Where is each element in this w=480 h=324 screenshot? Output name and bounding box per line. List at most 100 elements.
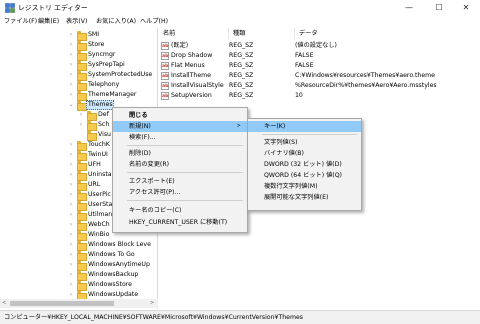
horizontal-scrollbar[interactable]: < > [0, 299, 158, 308]
menu-item-new[interactable]: 新規(N) > [113, 121, 247, 132]
value-row[interactable]: ab Drop Shadow REG_SZ FALSE [159, 51, 480, 61]
expand-icon[interactable]: › [77, 120, 85, 130]
expand-icon[interactable]: › [67, 280, 75, 290]
expand-icon[interactable]: › [67, 270, 75, 280]
value-row[interactable]: ab SetupVersion REG_SZ 10 [159, 91, 480, 101]
expand-icon[interactable]: › [67, 140, 75, 150]
scroll-right-icon[interactable]: > [150, 299, 154, 308]
tree-item-label: UserPic [88, 191, 111, 198]
string-value-icon: ab [161, 72, 169, 80]
expand-icon[interactable]: › [67, 250, 75, 260]
column-header-name[interactable]: 名前 [159, 28, 229, 39]
submenu-item-expandable-string-value[interactable]: 展開可能な文字列値(E) [248, 192, 361, 203]
menu-item-find[interactable]: 検索(F)... [113, 132, 247, 143]
column-header-data[interactable]: データ [295, 28, 480, 39]
expand-icon[interactable]: › [67, 200, 75, 210]
folder-icon [87, 131, 97, 141]
tree-item[interactable]: › WindowsStore [0, 280, 157, 291]
submenu-item-dword-value[interactable]: DWORD (32 ビット) 値(D) [248, 159, 361, 170]
tree-item[interactable]: › SystemProtectedUse [0, 70, 157, 81]
tree-item[interactable]: › WindowsAnytimeUp [0, 260, 157, 271]
menu-item-delete[interactable]: 削除(D) [113, 148, 247, 159]
submenu-item-string-value[interactable]: 文字列値(S) [248, 137, 361, 148]
expand-icon[interactable]: › [67, 70, 75, 80]
value-row[interactable]: ab Flat Menus REG_SZ FALSE [159, 61, 480, 71]
expand-icon[interactable]: › [67, 40, 75, 50]
tree-item-label: WindowsStore [88, 281, 132, 288]
tree-item-label: Visu [98, 131, 111, 138]
tree-item-label: UserSta [88, 201, 113, 208]
folder-icon [77, 41, 87, 51]
expand-icon[interactable]: › [67, 60, 75, 70]
minimize-button[interactable]: — [395, 0, 423, 16]
value-name: InstallTheme [171, 72, 211, 79]
expand-icon[interactable]: › [67, 80, 75, 90]
menu-favorites[interactable]: お気に入り(A) [96, 17, 136, 27]
menu-item-copy-key-name[interactable]: キー名のコピー(C) [113, 205, 247, 216]
tree-item-label: WindowsAnytimeUp [88, 261, 150, 268]
value-row[interactable]: ab InstallTheme REG_SZ C:¥Windows¥resour… [159, 71, 480, 81]
column-header-type[interactable]: 種類 [229, 28, 295, 39]
menu-edit[interactable]: 編集(E) [38, 17, 59, 27]
submenu-item-key[interactable]: キー(K) [248, 121, 361, 132]
scrollbar-thumb[interactable] [10, 301, 114, 306]
menu-item-collapse[interactable]: 閉じる [113, 110, 247, 121]
tree-item[interactable]: › Windows Block Leve [0, 240, 157, 251]
expand-icon[interactable]: › [67, 220, 75, 230]
tree-item-label: WebCh [88, 221, 110, 228]
expand-icon[interactable]: › [77, 110, 85, 120]
folder-icon [77, 71, 87, 81]
tree-item-label: URL [88, 181, 101, 188]
value-data: 10 [295, 92, 303, 99]
tree-item-label: ThemeManager [88, 91, 137, 98]
expand-icon[interactable]: › [67, 30, 75, 40]
collapse-icon[interactable]: ⌄ [67, 100, 75, 110]
tree-item-label: Syncmgr [88, 51, 116, 58]
value-data: %ResourceDir%¥themes¥Aero¥Aero.msstyles [295, 82, 437, 89]
tree-item[interactable]: › Syncmgr [0, 50, 157, 61]
expand-icon[interactable]: › [67, 190, 75, 200]
tree-item[interactable]: › Store [0, 40, 157, 51]
menu-item-rename[interactable]: 名前の変更(R) [113, 159, 247, 170]
folder-icon [77, 231, 87, 241]
tree-item[interactable]: › ThemeManager [0, 90, 157, 101]
tree-item-label: TwinUI [88, 151, 108, 158]
menu-view[interactable]: 表示(V) [66, 17, 87, 27]
registry-editor-icon [5, 3, 15, 13]
expand-icon[interactable]: › [67, 150, 75, 160]
maximize-button[interactable]: ☐ [425, 0, 453, 16]
value-row[interactable]: ab (既定) REG_SZ (値の設定なし) [159, 41, 480, 51]
tree-item[interactable]: › WindowsBackup [0, 270, 157, 281]
submenu-item-binary-value[interactable]: バイナリ値(B) [248, 148, 361, 159]
folder-icon [77, 51, 87, 61]
expand-icon[interactable]: › [67, 90, 75, 100]
tree-item[interactable]: › SMI [0, 30, 157, 41]
expand-icon[interactable]: › [67, 50, 75, 60]
tree-item[interactable]: › SysPrepTapi [0, 60, 157, 71]
expand-icon[interactable]: › [67, 240, 75, 250]
tree-item-label: SMI [88, 31, 100, 38]
scroll-left-icon[interactable]: < [2, 299, 6, 308]
expand-icon[interactable]: › [67, 260, 75, 270]
expand-icon[interactable]: › [67, 170, 75, 180]
menu-file[interactable]: ファイル(F) [4, 17, 37, 27]
tree-item-label: UFH [88, 161, 101, 168]
menu-item-export[interactable]: エクスポート(E) [113, 176, 247, 187]
expand-icon[interactable]: › [67, 180, 75, 190]
submenu-item-qword-value[interactable]: QWORD (64 ビット) 値(Q) [248, 170, 361, 181]
menu-item-permissions[interactable]: アクセス許可(P)... [113, 187, 247, 198]
expand-icon[interactable]: › [67, 160, 75, 170]
tree-item[interactable]: › Windows To Go [0, 250, 157, 261]
folder-icon [77, 261, 87, 271]
value-row[interactable]: ab InstallVisualStyle REG_SZ %ResourceDi… [159, 81, 480, 91]
menu-item-goto-hkcu[interactable]: HKEY_CURRENT_USER に移動(T) [113, 217, 247, 228]
string-value-icon: ab [161, 62, 169, 70]
tree-item-label: Themes [88, 101, 113, 108]
expand-icon[interactable]: › [67, 210, 75, 220]
menu-help[interactable]: ヘルプ(H) [140, 17, 168, 27]
expand-icon[interactable]: › [67, 230, 75, 240]
tree-item[interactable]: › Telephony [0, 80, 157, 91]
close-button[interactable]: ✕ [452, 0, 480, 16]
folder-icon [77, 31, 87, 41]
submenu-item-multi-string-value[interactable]: 複数行文字列値(M) [248, 181, 361, 192]
